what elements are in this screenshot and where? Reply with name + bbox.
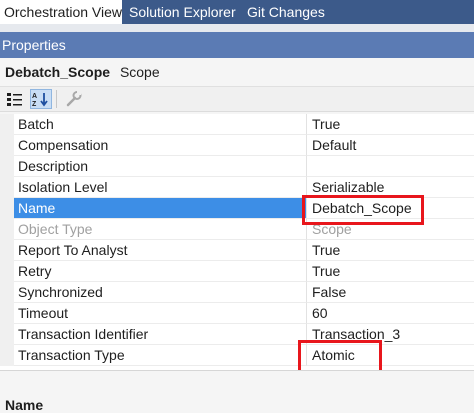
- row-margin: [0, 114, 14, 135]
- row-margin: [0, 198, 14, 219]
- row-margin: [0, 240, 14, 261]
- property-row-report-to-analyst[interactable]: Report To Analyst True: [0, 240, 474, 261]
- description-pane: Name: [0, 370, 474, 413]
- property-name: Isolation Level: [14, 177, 306, 198]
- alphabetical-sort-icon[interactable]: A Z: [30, 89, 52, 109]
- property-name: Object Type: [14, 219, 306, 240]
- transaction-type-highlight-box: [298, 340, 382, 374]
- properties-toolbar: A Z: [0, 86, 474, 112]
- property-row-description[interactable]: Description: [0, 156, 474, 177]
- property-value[interactable]: False: [306, 282, 474, 303]
- property-grid: Batch True Compensation Default Descript…: [0, 114, 474, 370]
- property-name: Name: [14, 198, 306, 219]
- row-margin: [0, 135, 14, 156]
- property-name: Transaction Identifier: [14, 324, 306, 345]
- svg-text:Z: Z: [32, 101, 37, 108]
- tab-git-changes[interactable]: Git Changes: [243, 0, 329, 24]
- property-name: Batch: [14, 114, 306, 135]
- property-row-transaction-type[interactable]: Transaction Type Atomic: [0, 345, 474, 366]
- row-margin: [0, 261, 14, 282]
- property-row-batch[interactable]: Batch True: [0, 114, 474, 135]
- property-value[interactable]: [306, 156, 474, 177]
- property-row-timeout[interactable]: Timeout 60: [0, 303, 474, 324]
- tab-well-divider: [0, 24, 474, 32]
- property-pages-wrench-icon[interactable]: [62, 89, 84, 109]
- name-value-highlight-box: [302, 195, 424, 225]
- document-tab-bar: Orchestration View Solution Explorer Git…: [0, 0, 474, 24]
- property-name: Synchronized: [14, 282, 306, 303]
- row-margin: [0, 219, 14, 240]
- property-name: Retry: [14, 261, 306, 282]
- property-name: Transaction Type: [14, 345, 306, 366]
- row-margin: [0, 345, 14, 366]
- tab-orchestration-view[interactable]: Orchestration View: [0, 0, 122, 24]
- property-value[interactable]: True: [306, 261, 474, 282]
- toolbar-separator: [56, 90, 57, 108]
- description-title: Name: [5, 397, 44, 413]
- property-row-synchronized[interactable]: Synchronized False: [0, 282, 474, 303]
- property-value[interactable]: True: [306, 114, 474, 135]
- property-value[interactable]: Default: [306, 135, 474, 156]
- property-name: Compensation: [14, 135, 306, 156]
- row-margin: [0, 282, 14, 303]
- properties-panel-title: Properties: [0, 32, 474, 58]
- property-name: Report To Analyst: [14, 240, 306, 261]
- property-value[interactable]: 60: [306, 303, 474, 324]
- property-row-transaction-identifier[interactable]: Transaction Identifier Transaction_3: [0, 324, 474, 345]
- row-margin: [0, 324, 14, 345]
- object-selector[interactable]: Debatch_Scope Scope: [0, 58, 474, 86]
- property-row-retry[interactable]: Retry True: [0, 261, 474, 282]
- row-margin: [0, 177, 14, 198]
- row-margin: [0, 303, 14, 324]
- svg-text:A: A: [32, 93, 37, 100]
- property-name: Timeout: [14, 303, 306, 324]
- categorized-view-icon[interactable]: [4, 89, 26, 109]
- tab-solution-explorer[interactable]: Solution Explorer: [125, 0, 241, 24]
- row-margin: [0, 156, 14, 177]
- object-name: Debatch_Scope: [5, 64, 111, 80]
- property-value[interactable]: True: [306, 240, 474, 261]
- object-type: Scope: [119, 64, 160, 80]
- property-name: Description: [14, 156, 306, 177]
- property-row-compensation[interactable]: Compensation Default: [0, 135, 474, 156]
